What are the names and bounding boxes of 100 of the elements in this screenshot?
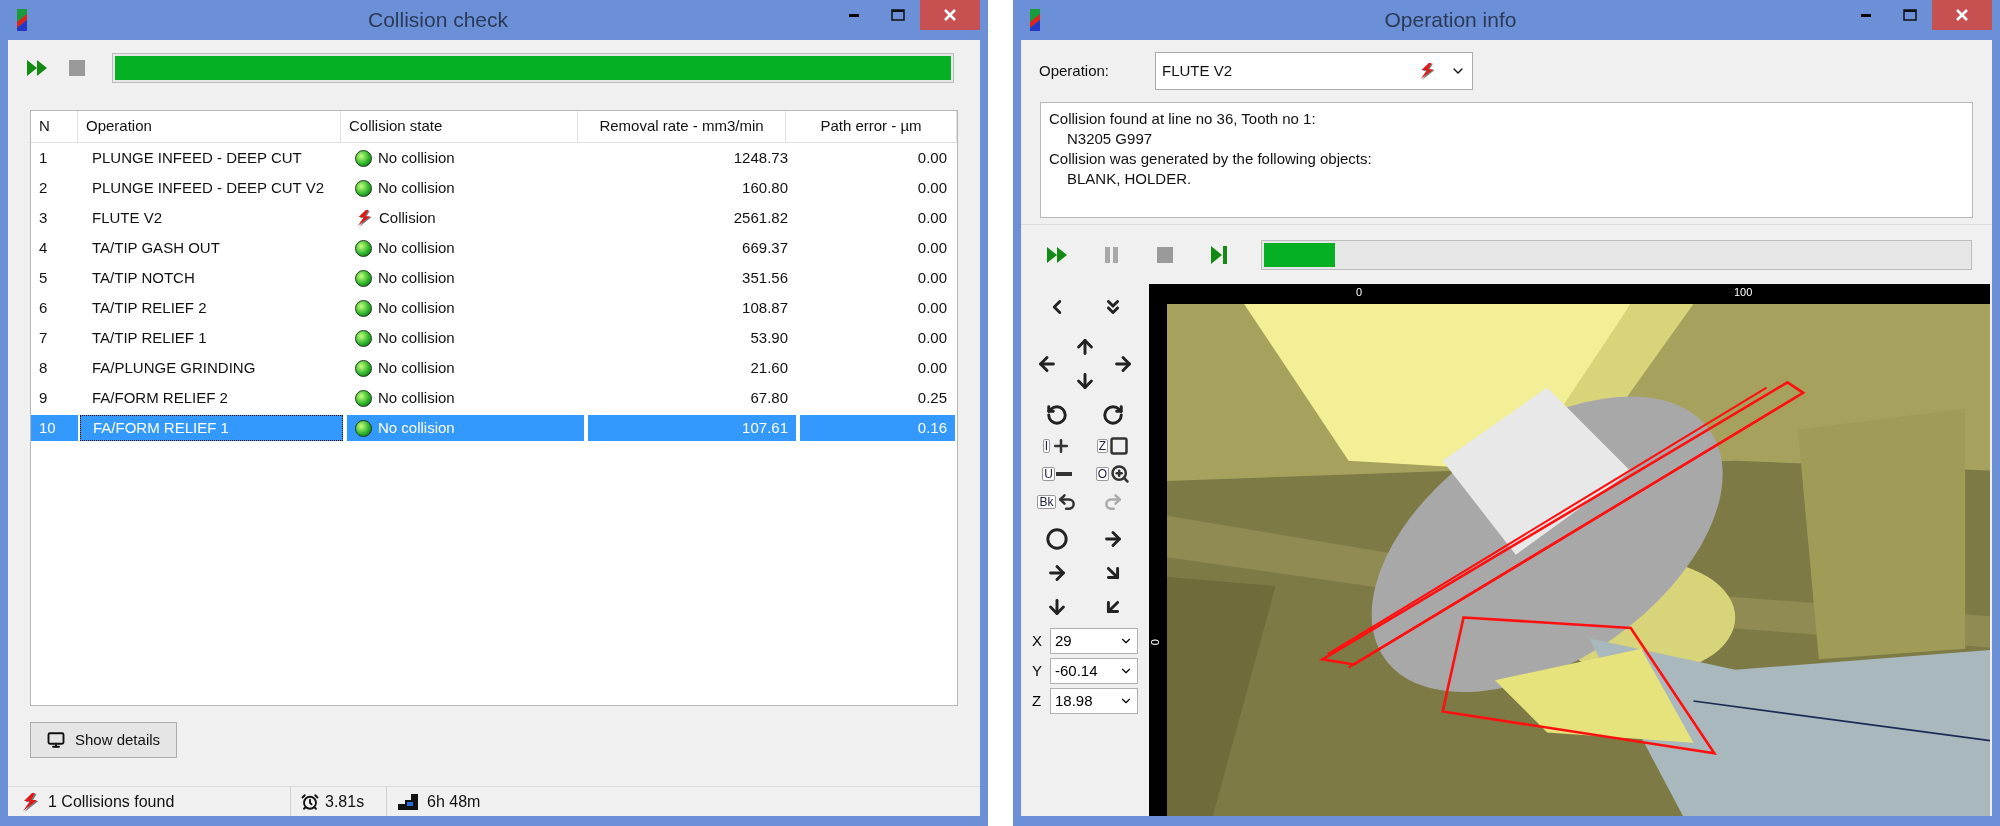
table-cell-text: 7 [38, 327, 49, 348]
collision-state: No collision [378, 147, 455, 168]
ruler-label: 0 [1356, 285, 1363, 300]
table-cell: FA/FORM RELIEF 1 [80, 415, 343, 441]
step-forward-icon [1210, 244, 1228, 265]
table-cell-text: 0.00 [916, 237, 948, 258]
collision-state: No collision [378, 387, 455, 408]
table-cell: 0.16 [800, 415, 955, 441]
table-row[interactable]: 3 FLUTE V2 Collision 2561.82 0.00 [31, 203, 957, 233]
operation-label: Operation: [1039, 60, 1111, 81]
table-cell-text: PLUNGE INFEED - DEEP CUT V2 [91, 177, 325, 198]
collisions-count: 1 Collisions found [48, 791, 175, 812]
pan-down-icon [1074, 370, 1096, 392]
rotate-left-icon [1046, 404, 1068, 426]
minimize-icon [849, 13, 859, 17]
collision-state: No collision [378, 327, 455, 348]
table-cell-text: 0.25 [916, 387, 948, 408]
machine-icon [397, 792, 419, 811]
table-cell-text: TA/TIP GASH OUT [91, 237, 221, 258]
pan-up-icon [1074, 336, 1096, 358]
close-button[interactable] [920, 0, 980, 30]
pan-right-icon [1112, 353, 1134, 375]
tool-icon [1110, 464, 1131, 484]
stopwatch-icon [301, 792, 319, 811]
table-row[interactable]: 6 TA/TIP RELIEF 2 No collision 108.87 0.00 [31, 293, 957, 323]
table-cell-text: 0.00 [916, 207, 948, 228]
elapsed-time: 3.81s [325, 791, 365, 812]
table-cell-text: 1248.73 [732, 147, 789, 168]
window-title: Collision check [366, 7, 510, 34]
table-cell-text: 21.60 [749, 357, 789, 378]
table-cell-text: 0.00 [916, 357, 948, 378]
minimize-icon [1861, 13, 1871, 17]
table-row[interactable]: 1 PLUNGE INFEED - DEEP CUT No collision 1248.73 0.00 [31, 143, 957, 173]
table-cell-text: FLUTE V2 [91, 207, 164, 228]
message-line: BLANK, HOLDER. [1066, 169, 1193, 189]
coordinate-label: Y [1032, 660, 1043, 681]
table-cell-text: FA/FORM RELIEF 2 [91, 387, 229, 408]
coordinate-label: X [1032, 630, 1043, 651]
table-row[interactable]: 5 TA/TIP NOTCH No collision 351.56 0.00 [31, 263, 957, 293]
table-cell-text: 4 [38, 237, 49, 258]
table-cell-text: TA/TIP NOTCH [91, 267, 196, 288]
table-cell-text: FA/PLUNGE GRINDING [91, 357, 257, 378]
lightning-icon [20, 791, 40, 812]
table-cell-text: TA/TIP RELIEF 2 [91, 297, 208, 318]
table-cell-text: 3 [38, 207, 49, 228]
column-header[interactable]: Collision state [341, 111, 578, 142]
view-tool-button[interactable]: O [1085, 460, 1141, 488]
table-cell-text: 67.80 [749, 387, 789, 408]
coordinate-field[interactable]: -60.14 [1050, 658, 1138, 684]
close-icon [1955, 8, 1969, 22]
column-header[interactable]: Path error - µm [786, 111, 957, 142]
coordinate-field[interactable]: 29 [1050, 628, 1138, 654]
rotate-right-icon [1102, 404, 1124, 426]
column-header[interactable]: Operation [78, 111, 341, 142]
coordinate-field[interactable]: 18.98 [1050, 688, 1138, 714]
show-details-button[interactable]: Show details [30, 722, 178, 758]
table-cell: 107.61 [588, 415, 796, 441]
table-row[interactable]: 7 TA/TIP RELIEF 1 No collision 53.90 0.00 [31, 323, 957, 353]
view-tool-button[interactable]: Z [1085, 432, 1141, 460]
operation-select[interactable]: FLUTE V2 [1155, 52, 1473, 90]
view-right-icon [1046, 562, 1068, 584]
table-cell-text: 0.00 [916, 327, 948, 348]
close-icon [943, 8, 957, 22]
view-tool-button[interactable]: Bk [1029, 488, 1085, 516]
close-button[interactable] [1932, 0, 1992, 30]
table-cell-text: 669.37 [741, 237, 789, 258]
maximize-icon [891, 9, 905, 21]
table-row[interactable]: 8 FA/PLUNGE GRINDING No collision 21.60 0.00 [31, 353, 957, 383]
collision-state: No collision [378, 177, 455, 198]
table-cell-text: TA/TIP RELIEF 1 [91, 327, 208, 348]
collision-state: No collision [378, 237, 455, 258]
column-header[interactable]: Removal rate - mm3/min [578, 111, 786, 142]
monitor-icon [47, 731, 65, 749]
table-cell-text: 0.00 [916, 147, 948, 168]
tool-icon [1056, 492, 1077, 512]
table-row[interactable]: 2 PLUNGE INFEED - DEEP CUT V2 No collision 160.80 0.00 [31, 173, 957, 203]
message-line: Collision found at line no 36, Tooth no 1: [1049, 109, 1317, 129]
view-tool-button[interactable]: U [1029, 460, 1085, 488]
message-line: Collision was generated by the following objects: [1049, 149, 1373, 169]
table-cell-text: 0.00 [916, 177, 948, 198]
tool-icon [1103, 492, 1123, 512]
table-cell-text: 1 [38, 147, 49, 168]
table-cell-text: 2561.82 [732, 207, 789, 228]
table-cell-text: 8 [38, 357, 49, 378]
play-icon [1046, 245, 1068, 264]
minus-icon [1055, 472, 1072, 476]
collision-state: No collision [378, 357, 455, 378]
view-tool-button[interactable]: I [1029, 432, 1085, 460]
ruler-label: 0 [1147, 639, 1162, 646]
app-icon [1029, 8, 1041, 32]
column-header[interactable]: N [31, 111, 78, 142]
table-row[interactable]: 9 FA/FORM RELIEF 2 No collision 67.80 0.25 [31, 383, 957, 413]
message-line: N3205 G997 [1066, 129, 1154, 149]
table-row[interactable]: 4 TA/TIP GASH OUT No collision 669.37 0.00 [31, 233, 957, 263]
collision-state: No collision [378, 267, 455, 288]
machining-duration: 6h 48m [427, 791, 481, 812]
table-cell-text: 53.90 [749, 327, 789, 348]
pan-left-icon [1036, 353, 1058, 375]
table-cell-text: 2 [38, 177, 49, 198]
maximize-icon [1903, 9, 1917, 21]
